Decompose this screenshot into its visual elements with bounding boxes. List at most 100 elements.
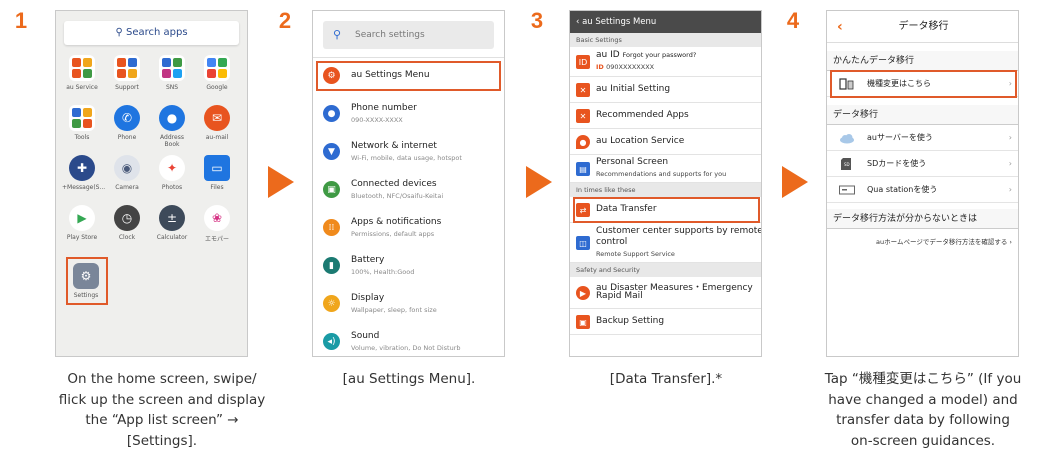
app-au-mail[interactable]: ✉ au-mail bbox=[197, 105, 237, 141]
remote-support-icon: ◫ bbox=[576, 236, 590, 250]
app-camera[interactable]: ◉ Camera bbox=[107, 155, 147, 191]
settings-item-subtitle: 100%, Health:Good bbox=[351, 268, 415, 276]
au-settings-header[interactable]: ‹ au Settings Menu bbox=[570, 11, 761, 33]
search-apps-bar[interactable]: ⚲ Search apps bbox=[64, 21, 239, 45]
app-clock[interactable]: ◷ Clock bbox=[107, 205, 147, 241]
app-au-service[interactable]: au Service bbox=[62, 55, 102, 91]
app-address-book[interactable]: ● Address Book bbox=[152, 105, 192, 148]
row-qua-station[interactable]: Qua stationを使う › bbox=[827, 177, 1018, 203]
menu-item-customer-center[interactable]: ◫ Customer center supports by remote con… bbox=[570, 223, 762, 263]
caption-line: [au Settings Menu]. bbox=[342, 371, 476, 387]
search-settings-input[interactable]: ⚲ Search settings bbox=[323, 21, 494, 49]
app-photos[interactable]: ✦ Photos bbox=[152, 155, 192, 191]
menu-item-label-line2: Rapid Mail bbox=[596, 291, 643, 301]
step-number-2: 2 bbox=[270, 8, 300, 34]
phone-screen-app-list: ⚲ Search apps au Service Support SNS Goo… bbox=[55, 10, 248, 357]
camera-icon: ◉ bbox=[114, 155, 140, 181]
caption-line: the “App list screen” → bbox=[85, 412, 239, 428]
chevron-right-icon: › bbox=[1008, 185, 1012, 194]
search-settings-placeholder: Search settings bbox=[355, 30, 425, 40]
app-label: Play Store bbox=[66, 234, 98, 241]
tools-icon: ✕ bbox=[576, 83, 590, 97]
battery-icon: ▮ bbox=[323, 257, 340, 274]
phone-screen-data-transfer: ‹ データ移行 かんたんデータ移行 機種変更はこちら › データ移行 auサーバ… bbox=[826, 10, 1019, 357]
settings-item-connected-devices[interactable]: ▣ Connected devices Bluetooth, NFC/Osaif… bbox=[313, 173, 504, 207]
chevron-right-icon: › bbox=[1008, 133, 1012, 142]
settings-item-subtitle: 090-XXXX-XXXX bbox=[351, 116, 403, 124]
phone-screen-settings: ⚲ Search settings ⚙ au Settings Menu ● P… bbox=[312, 10, 505, 357]
app-label: SNS bbox=[165, 84, 179, 91]
apps-grid-icon: ⁞⁞ bbox=[323, 219, 340, 236]
menu-item-au-location-service[interactable]: ● au Location Service bbox=[570, 129, 761, 155]
app-label: au Service bbox=[66, 84, 98, 91]
app-emopa[interactable]: ❀ エモパー bbox=[197, 205, 237, 243]
section-easy-transfer: かんたんデータ移行 bbox=[827, 51, 1018, 71]
settings-item-network[interactable]: ▼ Network & internet Wi-Fi, mobile, data… bbox=[313, 135, 504, 169]
menu-item-recommended-apps[interactable]: ✕ Recommended Apps bbox=[570, 103, 761, 129]
help-link[interactable]: auホームページでデータ移行方法を確認する › bbox=[827, 229, 1018, 255]
app-tools[interactable]: Tools bbox=[62, 105, 102, 141]
settings-item-subtitle: Wallpaper, sleep, font size bbox=[351, 306, 437, 314]
settings-item-title: Display bbox=[351, 293, 385, 303]
menu-item-au-initial-setting[interactable]: ✕ au Initial Setting bbox=[570, 77, 761, 103]
app-sns[interactable]: SNS bbox=[152, 55, 192, 91]
section-data-transfer: データ移行 bbox=[827, 105, 1018, 125]
app-play-store[interactable]: ▶ Play Store bbox=[62, 205, 102, 241]
settings-item-subtitle: Bluetooth, NFC/Osaifu-Keitai bbox=[351, 192, 444, 200]
app-files[interactable]: ▭ Files bbox=[197, 155, 237, 191]
data-transfer-header: ‹ データ移行 bbox=[827, 11, 1018, 43]
row-au-server[interactable]: auサーバーを使う › bbox=[827, 125, 1018, 151]
row-label: auサーバーを使う bbox=[867, 133, 933, 142]
app-label: Clock bbox=[118, 234, 136, 241]
menu-item-label: Customer center supports by remote bbox=[596, 226, 762, 236]
divider bbox=[313, 57, 504, 58]
app-support[interactable]: Support bbox=[107, 55, 147, 91]
back-chevron-icon[interactable]: ‹ bbox=[837, 11, 843, 43]
caption-step-3: [Data Transfer].* bbox=[546, 369, 786, 390]
highlight-change-model bbox=[830, 70, 1017, 98]
contacts-icon: ● bbox=[159, 105, 185, 131]
row-sd-card[interactable]: SD SDカードを使う › bbox=[827, 151, 1018, 177]
clock-icon: ◷ bbox=[114, 205, 140, 231]
menu-item-label: Personal Screen bbox=[596, 157, 669, 167]
settings-item-title: Battery bbox=[351, 255, 385, 265]
search-apps-label: Search apps bbox=[125, 27, 188, 38]
folder-icon bbox=[159, 55, 185, 81]
menu-item-personal-screen[interactable]: ▤ Personal Screen Recommendations and su… bbox=[570, 155, 761, 183]
mail-icon: ✉ bbox=[204, 105, 230, 131]
app-phone[interactable]: ✆ Phone bbox=[107, 105, 147, 141]
highlight-settings bbox=[66, 257, 108, 305]
settings-item-subtitle: Volume, vibration, Do Not Disturb bbox=[351, 344, 461, 352]
wifi-icon: ▼ bbox=[323, 143, 340, 160]
search-icon: ⚲ bbox=[115, 27, 126, 38]
menu-item-backup-setting[interactable]: ▣ Backup Setting bbox=[570, 309, 761, 335]
caption-step-4: Tap “機種変更はこちら” (If you have changed a mo… bbox=[803, 369, 1043, 451]
caption-step-1: On the home screen, swipe/ flick up the … bbox=[42, 369, 282, 451]
caption-line: on-screen guidances. bbox=[850, 432, 996, 449]
app-plus-message[interactable]: ✚ +Message(S... bbox=[62, 155, 105, 191]
app-calculator[interactable]: ± Calculator bbox=[152, 205, 192, 241]
settings-item-display[interactable]: ☼ Display Wallpaper, sleep, font size bbox=[313, 287, 504, 321]
settings-item-sound[interactable]: ◂) Sound Volume, vibration, Do Not Distu… bbox=[313, 325, 504, 356]
menu-item-au-id[interactable]: ID au ID Forgot your password? ID 090XXX… bbox=[570, 47, 761, 77]
settings-item-apps[interactable]: ⁞⁞ Apps & notifications Permissions, def… bbox=[313, 211, 504, 245]
arrow-icon bbox=[782, 166, 808, 198]
section-basic-settings: Basic Settings bbox=[570, 33, 761, 47]
volume-icon: ◂) bbox=[323, 333, 340, 350]
app-label: Phone bbox=[117, 134, 137, 141]
app-google[interactable]: Google bbox=[197, 55, 237, 91]
caption-step-2: [au Settings Menu]. bbox=[289, 369, 529, 390]
menu-item-disaster-measures[interactable]: ▶ au Disaster Measures・Emergency Rapid M… bbox=[570, 277, 761, 309]
brightness-icon: ☼ bbox=[323, 295, 340, 312]
arrow-icon bbox=[268, 166, 294, 198]
section-safety-security: Safety and Security bbox=[570, 263, 761, 277]
menu-item-subtitle: Remote Support Service bbox=[596, 250, 675, 258]
settings-item-battery[interactable]: ▮ Battery 100%, Health:Good bbox=[313, 249, 504, 283]
app-label: Tools bbox=[74, 134, 90, 141]
alert-icon: ▶ bbox=[576, 286, 590, 300]
app-label: Camera bbox=[115, 184, 139, 191]
settings-item-phone-number[interactable]: ● Phone number 090-XXXX-XXXX bbox=[313, 97, 504, 131]
folder-icon bbox=[114, 55, 140, 81]
personal-screen-icon: ▤ bbox=[576, 162, 590, 176]
caption-line: On the home screen, swipe/ bbox=[67, 371, 257, 387]
